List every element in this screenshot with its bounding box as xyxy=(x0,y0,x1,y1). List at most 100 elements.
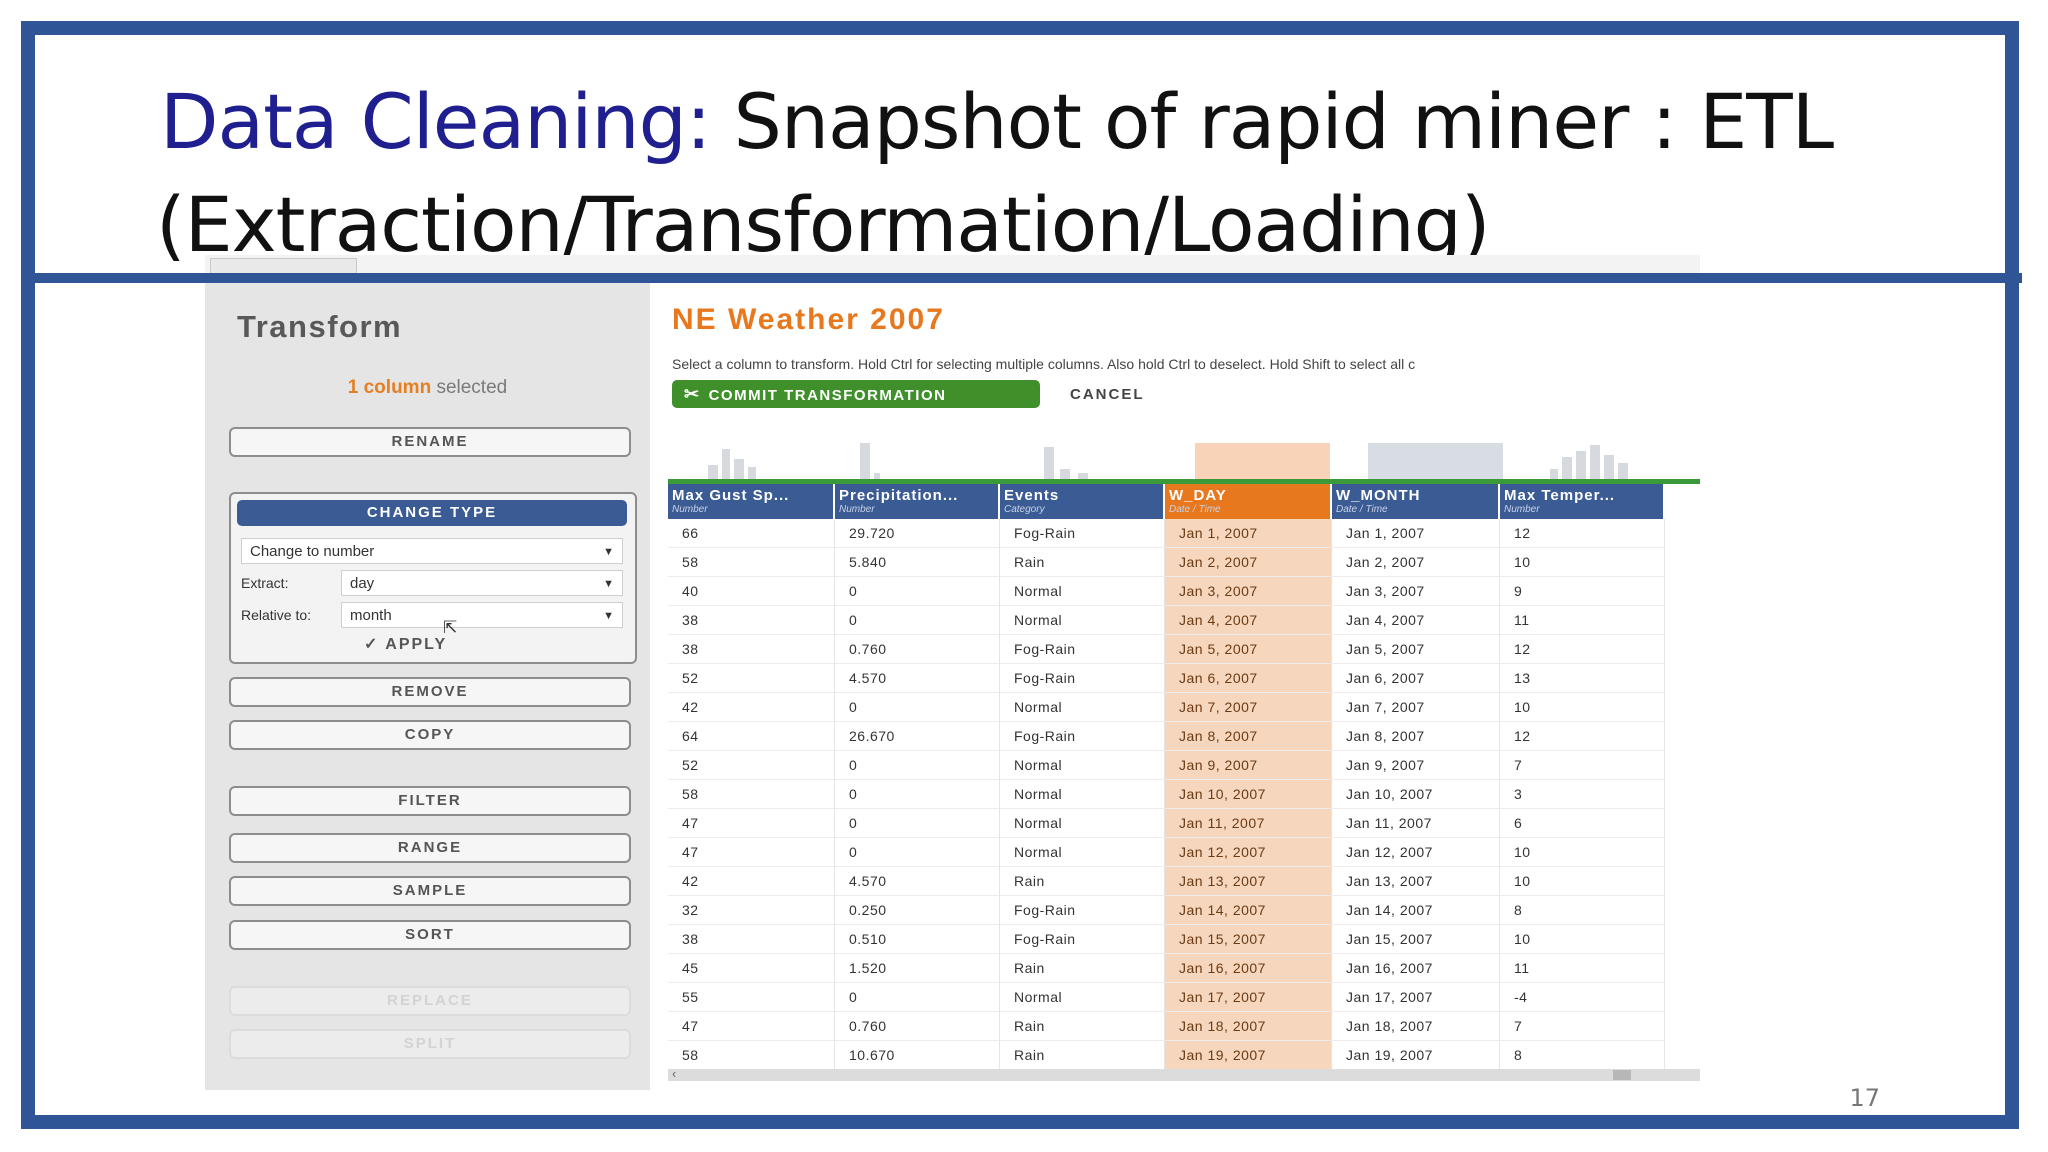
table-cell[interactable]: 11 xyxy=(1500,954,1665,983)
table-cell[interactable]: Normal xyxy=(1000,606,1165,635)
table-cell[interactable]: Jan 4, 2007 xyxy=(1165,606,1332,635)
table-cell[interactable]: 0 xyxy=(835,751,1000,780)
table-cell[interactable]: Fog-Rain xyxy=(1000,519,1165,548)
table-cell[interactable]: Jan 2, 2007 xyxy=(1332,548,1500,577)
relative-select[interactable]: month ▼ xyxy=(341,602,623,628)
table-cell[interactable]: Jan 1, 2007 xyxy=(1165,519,1332,548)
table-cell[interactable]: Normal xyxy=(1000,577,1165,606)
table-cell[interactable]: Jan 1, 2007 xyxy=(1332,519,1500,548)
table-cell[interactable]: Jan 13, 2007 xyxy=(1165,867,1332,896)
table-cell[interactable]: Rain xyxy=(1000,1041,1165,1069)
column-header[interactable]: Precipitation... Number xyxy=(835,484,1000,519)
table-cell[interactable]: Rain xyxy=(1000,1012,1165,1041)
table-cell[interactable]: 29.720 xyxy=(835,519,1000,548)
cancel-button[interactable]: CANCEL xyxy=(1070,380,1145,408)
table-cell[interactable]: Normal xyxy=(1000,780,1165,809)
table-cell[interactable]: Rain xyxy=(1000,548,1165,577)
column-header[interactable]: W_DAY Date / Time xyxy=(1165,484,1332,519)
table-cell[interactable]: 66 xyxy=(668,519,835,548)
table-column[interactable]: W_DAY Date / Time Jan 1, 2007 Jan 2, 2007 Ja… xyxy=(1165,484,1332,1069)
table-cell[interactable]: Jan 10, 2007 xyxy=(1332,780,1500,809)
rename-button[interactable]: RENAME xyxy=(229,427,631,457)
table-cell[interactable]: Fog-Rain xyxy=(1000,925,1165,954)
table-cell[interactable]: 52 xyxy=(668,664,835,693)
commit-transformation-button[interactable]: ✂ COMMIT TRANSFORMATION xyxy=(672,380,1040,408)
table-cell[interactable]: Jan 18, 2007 xyxy=(1165,1012,1332,1041)
table-cell[interactable]: 0.250 xyxy=(835,896,1000,925)
table-cell[interactable]: 0.510 xyxy=(835,925,1000,954)
table-cell[interactable]: 6 xyxy=(1500,809,1665,838)
table-cell[interactable]: 42 xyxy=(668,693,835,722)
table-cell[interactable]: 10.670 xyxy=(835,1041,1000,1069)
table-cell[interactable]: 38 xyxy=(668,606,835,635)
table-cell[interactable]: Jan 13, 2007 xyxy=(1332,867,1500,896)
table-cell[interactable]: 7 xyxy=(1500,751,1665,780)
table-cell[interactable]: 10 xyxy=(1500,867,1665,896)
table-cell[interactable]: Jan 8, 2007 xyxy=(1332,722,1500,751)
replace-button[interactable]: REPLACE xyxy=(229,986,631,1016)
table-cell[interactable]: Jan 4, 2007 xyxy=(1332,606,1500,635)
table-cell[interactable]: Jan 17, 2007 xyxy=(1165,983,1332,1012)
table-cell[interactable]: Jan 8, 2007 xyxy=(1165,722,1332,751)
table-cell[interactable]: Jan 6, 2007 xyxy=(1165,664,1332,693)
table-column[interactable]: W_MONTH Date / Time Jan 1, 2007 Jan 2, 2007… xyxy=(1332,484,1500,1069)
table-cell[interactable]: 58 xyxy=(668,1041,835,1069)
table-cell[interactable]: Jan 11, 2007 xyxy=(1332,809,1500,838)
column-header[interactable]: Max Gust Sp... Number xyxy=(668,484,835,519)
table-cell[interactable]: 38 xyxy=(668,925,835,954)
table-cell[interactable]: Jan 7, 2007 xyxy=(1165,693,1332,722)
table-cell[interactable]: Fog-Rain xyxy=(1000,896,1165,925)
split-button[interactable]: SPLIT xyxy=(229,1029,631,1059)
table-column[interactable]: Precipitation... Number 29.720 5.840 0 0 0.760… xyxy=(835,484,1000,1069)
table-cell[interactable]: Jan 6, 2007 xyxy=(1332,664,1500,693)
table-cell[interactable]: Jan 12, 2007 xyxy=(1332,838,1500,867)
table-cell[interactable]: Jan 12, 2007 xyxy=(1165,838,1332,867)
table-cell[interactable]: 12 xyxy=(1500,635,1665,664)
table-cell[interactable]: Jan 17, 2007 xyxy=(1332,983,1500,1012)
table-cell[interactable]: 10 xyxy=(1500,548,1665,577)
table-cell[interactable]: 10 xyxy=(1500,925,1665,954)
table-cell[interactable]: 64 xyxy=(668,722,835,751)
table-cell[interactable]: 45 xyxy=(668,954,835,983)
table-cell[interactable]: Jan 15, 2007 xyxy=(1332,925,1500,954)
table-cell[interactable]: Jan 2, 2007 xyxy=(1165,548,1332,577)
table-cell[interactable]: 5.840 xyxy=(835,548,1000,577)
table-cell[interactable]: Jan 19, 2007 xyxy=(1165,1041,1332,1069)
table-cell[interactable]: 47 xyxy=(668,809,835,838)
table-cell[interactable]: 0 xyxy=(835,983,1000,1012)
table-cell[interactable]: Jan 5, 2007 xyxy=(1332,635,1500,664)
table-column[interactable]: Events Category Fog-Rain Rain Normal Normal Fo… xyxy=(1000,484,1165,1069)
table-cell[interactable]: Fog-Rain xyxy=(1000,664,1165,693)
table-cell[interactable]: Jan 14, 2007 xyxy=(1332,896,1500,925)
column-header[interactable]: W_MONTH Date / Time xyxy=(1332,484,1500,519)
remove-button[interactable]: REMOVE xyxy=(229,677,631,707)
table-cell[interactable]: 0 xyxy=(835,577,1000,606)
table-cell[interactable]: 4.570 xyxy=(835,664,1000,693)
table-cell[interactable]: 42 xyxy=(668,867,835,896)
table-cell[interactable]: Jan 7, 2007 xyxy=(1332,693,1500,722)
table-cell[interactable]: Jan 3, 2007 xyxy=(1165,577,1332,606)
apply-button[interactable]: ✓ APPLY xyxy=(364,634,447,654)
table-cell[interactable]: 58 xyxy=(668,548,835,577)
table-cell[interactable]: 11 xyxy=(1500,606,1665,635)
table-cell[interactable]: 0 xyxy=(835,809,1000,838)
table-cell[interactable]: Rain xyxy=(1000,954,1165,983)
table-cell[interactable]: 7 xyxy=(1500,1012,1665,1041)
table-cell[interactable]: 4.570 xyxy=(835,867,1000,896)
horizontal-scrollbar[interactable]: ‹ xyxy=(668,1066,1700,1081)
chevron-left-icon[interactable]: ‹ xyxy=(672,1066,676,1081)
table-cell[interactable]: Normal xyxy=(1000,809,1165,838)
table-cell[interactable]: 10 xyxy=(1500,838,1665,867)
extract-select[interactable]: day ▼ xyxy=(341,570,623,596)
table-cell[interactable]: 58 xyxy=(668,780,835,809)
table-cell[interactable]: 10 xyxy=(1500,693,1665,722)
table-cell[interactable]: 32 xyxy=(668,896,835,925)
table-cell[interactable]: 12 xyxy=(1500,519,1665,548)
table-column[interactable]: Max Gust Sp... Number 66 58 40 38 38 52 42 64 52 58… xyxy=(668,484,835,1069)
table-cell[interactable]: Jan 16, 2007 xyxy=(1332,954,1500,983)
table-cell[interactable]: 52 xyxy=(668,751,835,780)
copy-button[interactable]: COPY xyxy=(229,720,631,750)
table-cell[interactable]: Jan 14, 2007 xyxy=(1165,896,1332,925)
table-cell[interactable]: Jan 16, 2007 xyxy=(1165,954,1332,983)
table-cell[interactable]: Jan 9, 2007 xyxy=(1165,751,1332,780)
